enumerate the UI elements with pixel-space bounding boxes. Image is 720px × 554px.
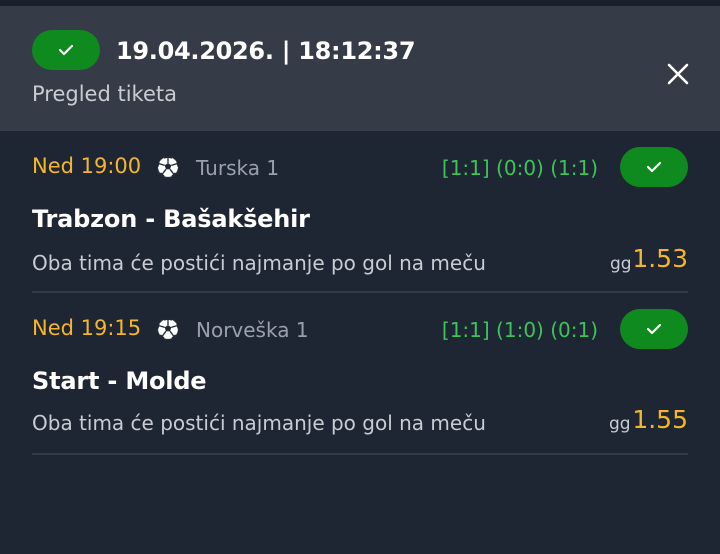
check-icon [646, 161, 662, 173]
bet-market: Oba tima će postići najmanje po gol na m… [32, 411, 486, 435]
bet-pick: gg [610, 254, 632, 274]
check-icon [646, 323, 662, 335]
match-time: Ned 19:15 [32, 316, 142, 340]
divider [32, 453, 688, 455]
match-status-badge [620, 147, 688, 187]
close-icon[interactable] [667, 63, 689, 85]
check-icon [58, 44, 74, 56]
bet-market: Oba tima će postići najmanje po gol na m… [32, 251, 486, 275]
soccer-ball-icon [156, 317, 180, 341]
match-teams: Start - Molde [32, 367, 207, 395]
match-row: Ned 19:00 Turska 1 [1:1] (0:0) (1:1) Tra… [32, 131, 688, 293]
bet-odd: 1.55 [632, 405, 688, 434]
close-button[interactable] [660, 56, 696, 92]
match-teams: Trabzon - Bašakšehir [32, 205, 310, 233]
bet-odd: 1.53 [632, 244, 688, 273]
match-score: [1:1] (1:0) (0:1) [441, 318, 598, 342]
ticket-header: 19.04.2026. | 18:12:37 Pregled tiketa [0, 6, 720, 131]
ticket-status-badge [32, 30, 100, 70]
match-row: Ned 19:15 Norveška 1 [1:1] (1:0) (0:1) S… [32, 293, 688, 455]
match-time: Ned 19:00 [32, 154, 142, 178]
match-league: Turska 1 [196, 156, 280, 180]
match-score: [1:1] (0:0) (1:1) [441, 156, 598, 180]
page-subtitle: Pregled tiketa [32, 82, 177, 106]
match-status-badge [620, 309, 688, 349]
bet-pick: gg [609, 414, 631, 434]
ticket-datetime: 19.04.2026. | 18:12:37 [116, 37, 416, 65]
soccer-ball-icon [156, 155, 180, 179]
match-league: Norveška 1 [196, 318, 309, 342]
